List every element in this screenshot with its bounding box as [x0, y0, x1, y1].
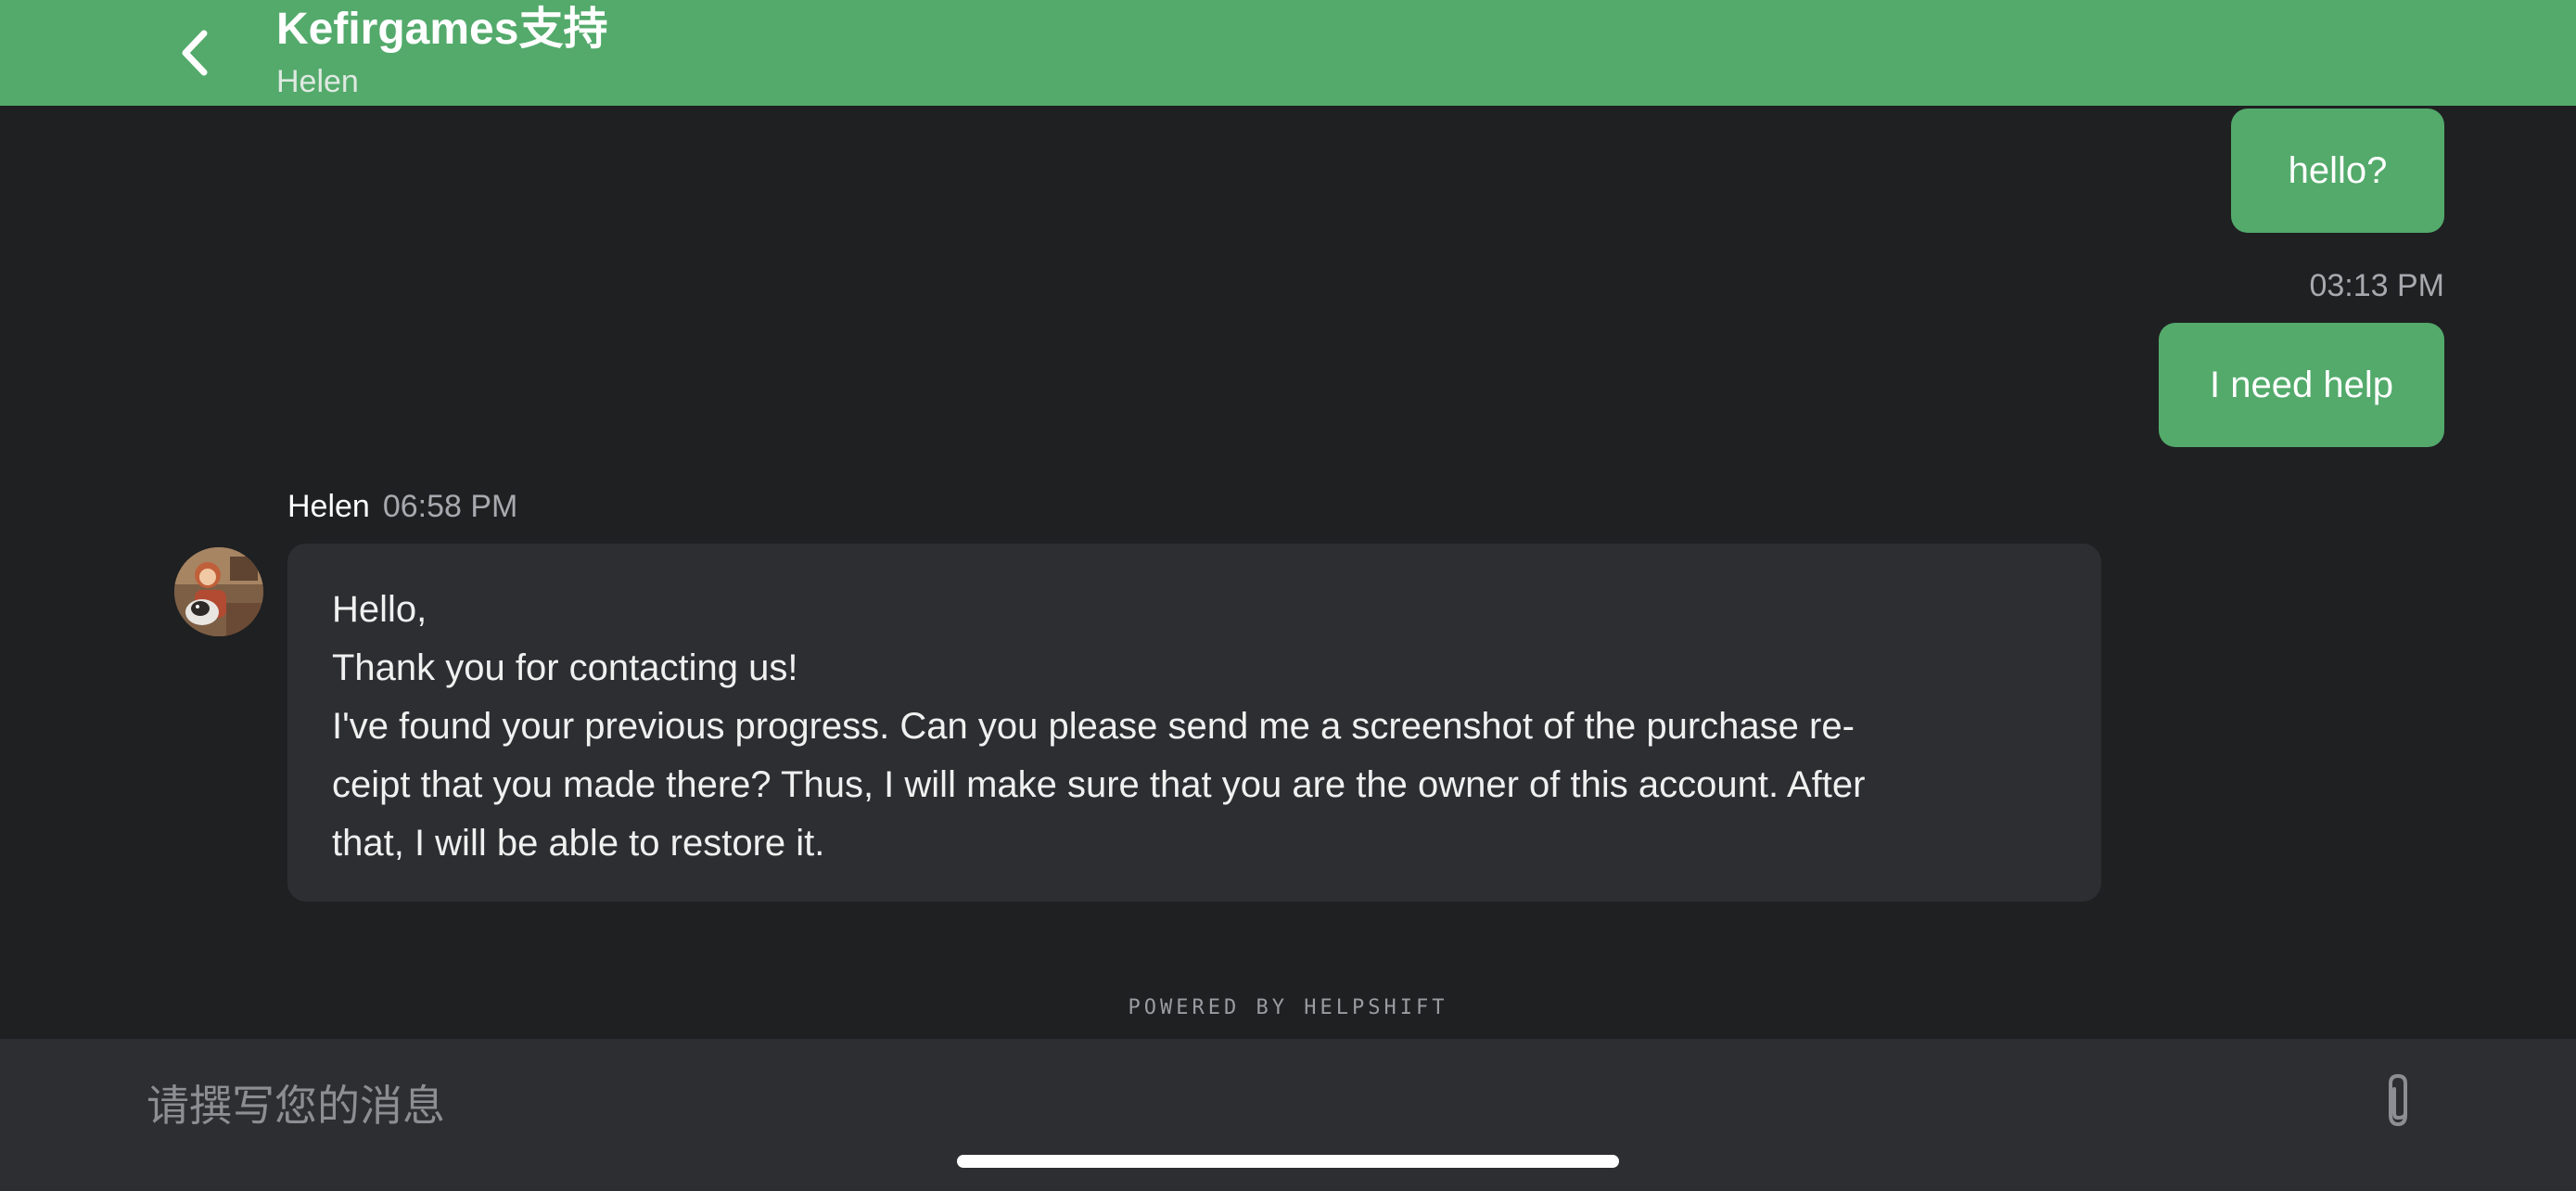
message-text: I need help [2210, 365, 2393, 405]
message-composer [0, 1039, 2576, 1191]
message-line: ceipt that you made there? Thus, I will … [332, 764, 1866, 805]
powered-by-label: POWERED BY HELPSHIFT [1128, 996, 1448, 1019]
conversation-title: Kefirgames支持 [276, 5, 608, 54]
paperclip-icon [2389, 1073, 2407, 1127]
outgoing-message[interactable]: I need help [2159, 323, 2444, 447]
chat-header: Kefirgames支持 Helen [0, 0, 2576, 106]
attach-button[interactable] [2374, 1069, 2422, 1133]
sender-name: Helen [287, 489, 370, 524]
chat-screen: Kefirgames支持 Helen hello? 03:13 PM I nee… [0, 0, 2576, 1191]
home-indicator[interactable] [957, 1155, 1619, 1168]
message-timestamp: 03:13 PM [2309, 268, 2444, 303]
message-timestamp: 06:58 PM [382, 489, 518, 524]
back-button[interactable] [167, 20, 226, 85]
message-line: Hello, [332, 589, 427, 630]
chevron-left-icon [182, 30, 208, 76]
incoming-message[interactable]: Hello, Thank you for contacting us! I've… [287, 544, 2101, 902]
message-line: that, I will be able to restore it. [332, 823, 825, 864]
agent-name: Helen [276, 64, 359, 99]
message-text: hello? [2288, 150, 2388, 191]
outgoing-message[interactable]: hello? [2231, 109, 2444, 233]
message-line: I've found your previous progress. Can y… [332, 706, 1855, 747]
avatar [174, 547, 263, 636]
message-line: Thank you for contacting us! [332, 647, 798, 688]
incoming-message-meta: Helen 06:58 PM [287, 488, 517, 525]
message-input[interactable] [147, 1067, 2279, 1145]
